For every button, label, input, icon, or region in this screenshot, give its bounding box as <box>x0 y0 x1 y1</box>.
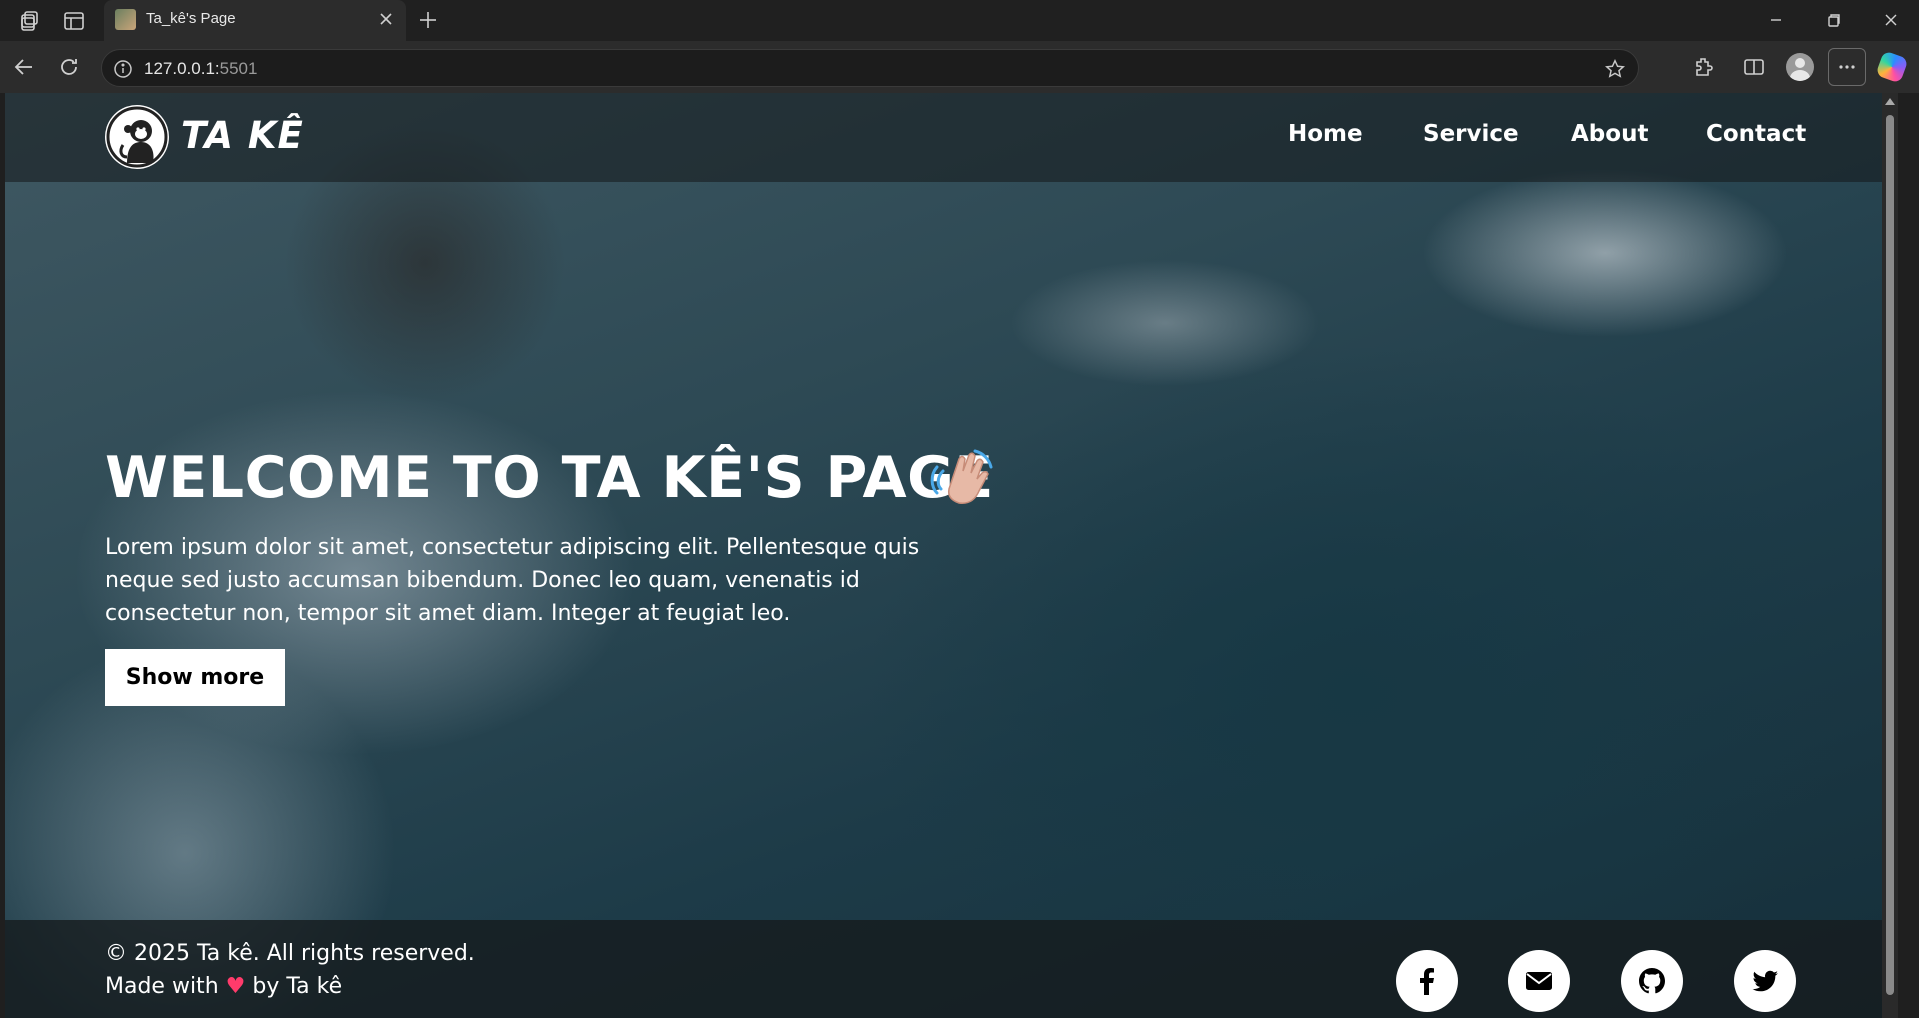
split-screen-icon[interactable] <box>1742 55 1766 79</box>
monkey-logo-icon[interactable] <box>105 105 169 169</box>
back-icon[interactable] <box>12 55 36 79</box>
url-port: 5501 <box>219 59 258 78</box>
site-footer: © 2025 Ta kê. All rights reserved. Made … <box>5 920 1882 1018</box>
browser-toolbar: 127.0.0.1:5501 <box>0 41 1919 93</box>
settings-more-button[interactable] <box>1828 48 1866 86</box>
address-bar[interactable]: 127.0.0.1:5501 <box>101 49 1639 87</box>
close-tab-icon[interactable] <box>376 9 396 29</box>
nav-about[interactable]: About <box>1571 121 1648 147</box>
hero-description: Lorem ipsum dolor sit amet, consectetur … <box>105 535 920 626</box>
heart-icon: ♥ <box>225 974 246 999</box>
scroll-up-arrow-icon[interactable] <box>1885 98 1895 105</box>
url-text[interactable]: 127.0.0.1:5501 <box>144 59 257 79</box>
hero-title: WELCOME TO TA KÊ'S PAGE <box>105 445 994 511</box>
footer-made-with: Made with ♥ by Ta kê <box>105 974 342 999</box>
nav-home[interactable]: Home <box>1288 121 1363 147</box>
nav-contact[interactable]: Contact <box>1706 121 1806 147</box>
close-window-icon[interactable] <box>1879 8 1903 32</box>
made-with-prefix: Made with <box>105 974 219 999</box>
minimize-icon[interactable] <box>1764 8 1788 32</box>
nav-service[interactable]: Service <box>1423 121 1519 147</box>
tab-favicon-icon <box>115 9 136 30</box>
url-host: 127.0.0.1: <box>144 59 220 78</box>
email-link[interactable] <box>1508 950 1570 1012</box>
more-dots-icon <box>1839 65 1855 69</box>
page-scrollbar[interactable] <box>1882 93 1898 1018</box>
site-header: TA KÊ Home Service About Contact <box>5 93 1882 182</box>
waving-hand-icon <box>930 449 993 504</box>
browser-tab-bar: Ta_kê's Page <box>0 0 1919 41</box>
vertical-tabs-icon[interactable] <box>62 9 86 33</box>
show-more-button[interactable]: Show more <box>105 649 285 706</box>
page-viewport: TA KÊ Home Service About Contact WELCOME… <box>5 93 1898 1018</box>
extensions-icon[interactable] <box>1692 55 1716 79</box>
logo-text[interactable]: TA KÊ <box>181 114 304 157</box>
tab-title: Ta_kê's Page <box>146 10 236 27</box>
workspaces-icon[interactable] <box>18 9 42 33</box>
footer-copyright: © 2025 Ta kê. All rights reserved. <box>105 941 475 966</box>
github-icon <box>1639 968 1665 994</box>
restore-icon[interactable] <box>1822 8 1846 32</box>
facebook-icon <box>1420 968 1434 995</box>
scrollbar-thumb[interactable] <box>1886 115 1894 995</box>
active-tab[interactable]: Ta_kê's Page <box>104 0 406 41</box>
facebook-link[interactable] <box>1396 950 1458 1012</box>
copilot-icon[interactable] <box>1875 50 1909 84</box>
github-link[interactable] <box>1621 950 1683 1012</box>
refresh-icon[interactable] <box>57 55 81 79</box>
site-info-icon[interactable] <box>113 59 133 79</box>
twitter-link[interactable] <box>1734 950 1796 1012</box>
profile-avatar-icon[interactable] <box>1786 53 1814 81</box>
favorite-star-icon[interactable] <box>1604 58 1626 80</box>
made-with-suffix: by Ta kê <box>252 974 343 999</box>
new-tab-icon[interactable] <box>416 8 440 32</box>
twitter-icon <box>1752 970 1778 992</box>
mail-icon <box>1526 972 1552 990</box>
